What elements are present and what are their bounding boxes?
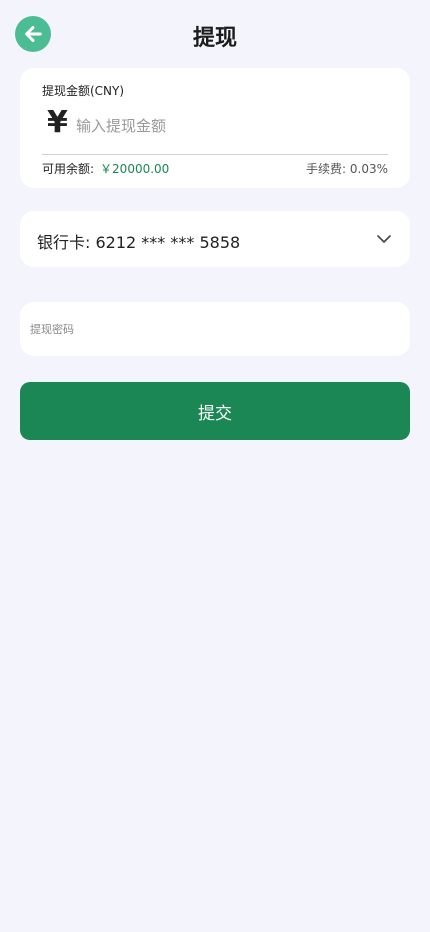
submit-button[interactable]: 提交 (20, 382, 410, 440)
balance-row: 可用余额: ￥20000.00 手续费: 0.03% (42, 160, 388, 177)
amount-input[interactable] (76, 112, 386, 140)
password-input[interactable] (30, 317, 400, 341)
balance-value: ￥20000.00 (100, 162, 170, 176)
amount-card: 提现金额(CNY) ¥ 可用余额: ￥20000.00 手续费: 0.03% (20, 68, 410, 188)
password-card (20, 302, 410, 356)
header: 提现 (0, 0, 430, 70)
bank-card-select[interactable]: 银行卡: 6212 *** *** 5858 (20, 211, 410, 267)
balance-label: 可用余额: (42, 162, 95, 176)
yen-icon: ¥ (47, 105, 68, 140)
chevron-down-icon (377, 235, 391, 243)
divider (42, 154, 388, 155)
page-title: 提现 (192, 26, 237, 51)
balance-info: 可用余额: ￥20000.00 (42, 160, 169, 177)
bank-card-text: 银行卡: 6212 *** *** 5858 (37, 233, 241, 252)
fee-text: 手续费: 0.03% (306, 162, 388, 176)
amount-label: 提现金额(CNY) (42, 84, 125, 98)
